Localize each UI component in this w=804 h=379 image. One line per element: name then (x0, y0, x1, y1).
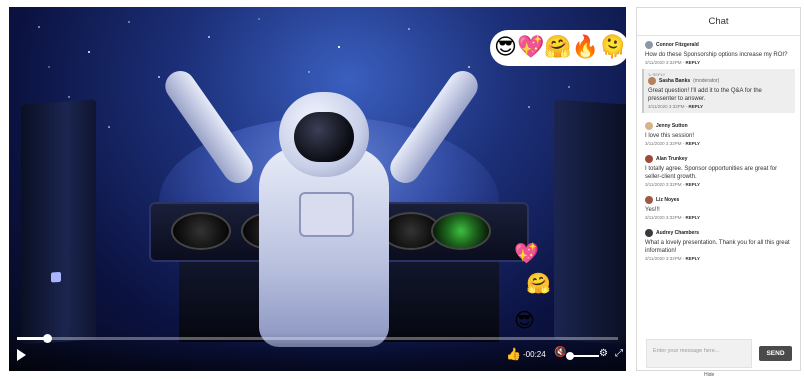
floating-hearts-emoji-icon: 💖 (514, 241, 539, 265)
right-speaker (554, 99, 626, 345)
message-author: Connor Fitzgerald (656, 42, 699, 48)
reply-link[interactable]: REPLY (685, 141, 700, 146)
message-time: 3/11/2020 3:32PM (645, 182, 682, 187)
message-text: Great question! I'll add it to the Q&A f… (648, 88, 762, 102)
turntable-right-2 (431, 212, 491, 250)
progress-bar[interactable] (17, 334, 618, 343)
send-button[interactable]: SEND (759, 346, 792, 361)
hearts-emoji-icon[interactable]: 💖 (517, 37, 544, 59)
time-remaining: -00:24 (523, 350, 546, 359)
message-time: 3/11/2020 3:32PM (645, 141, 682, 146)
message-text: How do these Sponsorship options increas… (645, 52, 788, 58)
reply-link[interactable]: REPLY (685, 60, 700, 65)
message-author: Sasha Banks (659, 78, 691, 84)
page: 😎 💖 🤗 🔥 🫠 💖 🤗 😎 👍 -00:24 🔇 ⚙ ⤢ Chat Conn… (0, 0, 804, 379)
reply-link[interactable]: REPLY (685, 215, 700, 220)
chat-title: Chat (637, 8, 800, 36)
message-text: What a lovely presentation. Thank you fo… (645, 240, 790, 254)
message-time: 3/11/2020 3:32PM (645, 256, 682, 261)
avatar (645, 229, 653, 237)
message-author: Alan Trunkey (656, 156, 688, 162)
reply-box: ↳ REPLY Sasha Banks (moderator) Great qu… (642, 69, 795, 113)
video-controls: 👍 -00:24 🔇 ⚙ ⤢ (9, 333, 626, 371)
speaker-led (51, 271, 61, 283)
chat-message: Alan Trunkey I totally agree. Sponsor op… (645, 155, 795, 187)
avatar (645, 122, 653, 130)
chat-message: Connor Fitzgerald How do these Sponsorsh… (642, 41, 795, 113)
avatar (648, 77, 656, 85)
reply-link[interactable]: REPLY (685, 182, 700, 187)
chat-panel: Chat Connor Fitzgerald How do these Spon… (636, 7, 801, 371)
reactions-bar: 😎 💖 🤗 🔥 🫠 (490, 30, 626, 66)
avatar (645, 41, 653, 49)
message-time: 3/11/2020 3:32PM (645, 215, 682, 220)
moderator-badge: (moderator) (693, 78, 720, 84)
fire-emoji-icon[interactable]: 🔥 (572, 37, 599, 59)
video-player[interactable]: 😎 💖 🤗 🔥 🫠 💖 🤗 😎 👍 -00:24 🔇 ⚙ ⤢ (9, 7, 626, 371)
settings-gear-icon[interactable]: ⚙ (599, 348, 608, 359)
hide-chat-link[interactable]: Hide (704, 372, 714, 378)
astronaut-body (259, 147, 389, 347)
message-author: Audrey Chambers (656, 230, 700, 236)
message-text: Yes!!! (645, 207, 660, 213)
fullscreen-icon[interactable]: ⤢ (615, 348, 623, 359)
avatar (645, 196, 653, 204)
message-author: Liz Noyes (656, 197, 680, 203)
reply-link[interactable]: REPLY (685, 256, 700, 261)
floating-hug-emoji-icon: 🤗 (526, 271, 551, 295)
chat-message: Jenny Sutton I love this session! 3/11/2… (645, 122, 795, 146)
mute-icon[interactable]: 🔇 (554, 347, 566, 358)
message-text: I totally agree. Sponsor opportunities a… (645, 166, 778, 180)
message-time: 3/11/2020 3:32PM (648, 104, 685, 109)
left-speaker (21, 99, 96, 345)
progress-knob[interactable] (43, 334, 53, 343)
volume-knob[interactable] (566, 352, 574, 360)
message-text: I love this session! (645, 133, 695, 139)
cool-emoji-icon[interactable]: 😎 (494, 37, 517, 59)
chat-message-input[interactable]: Enter your message here... (646, 339, 752, 368)
shush-emoji-icon[interactable]: 🫠 (599, 37, 626, 59)
play-icon[interactable] (17, 349, 26, 361)
chat-message: Liz Noyes Yes!!! 3/11/2020 3:32PM - REPL… (645, 196, 795, 220)
avatar (645, 155, 653, 163)
thumbs-up-icon[interactable]: 👍 (506, 347, 521, 361)
astronaut-visor (294, 112, 354, 162)
chat-messages: Connor Fitzgerald How do these Sponsorsh… (642, 41, 795, 270)
reply-link[interactable]: REPLY (688, 104, 703, 109)
astronaut-chest-pack (299, 192, 354, 237)
message-time: 3/11/2020 3:32PM (645, 60, 682, 65)
message-author: Jenny Sutton (656, 123, 688, 129)
turntable-left (171, 212, 231, 250)
floating-cool-emoji-icon: 😎 (514, 308, 535, 332)
chat-message: Audrey Chambers What a lovely presentati… (645, 229, 795, 261)
hug-emoji-icon[interactable]: 🤗 (544, 37, 571, 59)
